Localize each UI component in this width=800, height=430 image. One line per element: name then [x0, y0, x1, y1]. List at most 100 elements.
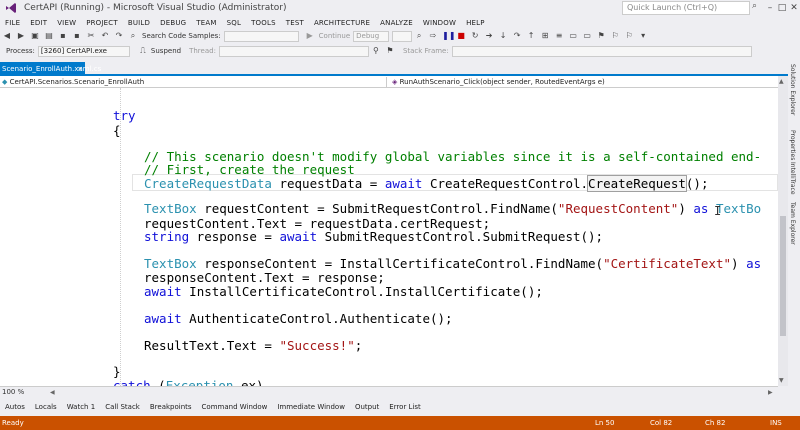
menu-edit[interactable]: EDIT: [25, 19, 52, 27]
continue-icon[interactable]: ▶: [305, 31, 315, 41]
class-dropdown[interactable]: ◆ CertAPI.Scenarios.Scenario_EnrollAuth: [2, 77, 386, 87]
platform-select[interactable]: [392, 30, 413, 42]
threads-icon[interactable]: ≡: [554, 31, 564, 41]
bottom-tab-output[interactable]: Output: [350, 403, 384, 411]
scroll-thumb[interactable]: [780, 216, 786, 336]
member-dropdown[interactable]: ◈ RunAuthScenario_Click(object sender, R…: [392, 77, 776, 87]
stack-frame-select[interactable]: [451, 45, 752, 57]
code-line[interactable]: CreateRequestData requestData = await Cr…: [144, 175, 708, 192]
code-line[interactable]: {: [113, 123, 121, 138]
search-icon[interactable]: ⌕: [752, 1, 764, 15]
menu-help[interactable]: HELP: [461, 19, 490, 27]
search-code-samples-input[interactable]: [223, 30, 299, 42]
bottom-tab-locals[interactable]: Locals: [30, 403, 62, 411]
menu-team[interactable]: TEAM: [191, 19, 221, 27]
hex-icon[interactable]: ⊞: [540, 31, 550, 41]
code-line[interactable]: TextBox requestContent = SubmitRequestCo…: [144, 201, 761, 216]
redo-icon[interactable]: ↷: [114, 31, 124, 41]
visual-studio-logo-icon: [2, 0, 20, 16]
close-button[interactable]: ✕: [788, 2, 800, 14]
minimize-button[interactable]: –: [764, 2, 776, 14]
menu-sql[interactable]: SQL: [222, 19, 246, 27]
zoom-level[interactable]: 100 %: [2, 388, 24, 396]
bottom-tab-call-stack[interactable]: Call Stack: [100, 403, 145, 411]
scroll-up-icon[interactable]: ▲: [779, 78, 784, 85]
code-token: (: [150, 378, 166, 386]
menu-window[interactable]: WINDOW: [418, 19, 461, 27]
cut-icon[interactable]: ✂: [86, 31, 96, 41]
forward-icon[interactable]: ▶: [16, 31, 26, 41]
step-over-icon[interactable]: ↷: [512, 31, 522, 41]
flag-icon[interactable]: ⚑: [385, 46, 395, 56]
undo-icon[interactable]: ↶: [100, 31, 110, 41]
code-line[interactable]: responseContent.Text = response;: [144, 270, 385, 285]
code-line[interactable]: try: [113, 108, 136, 123]
scroll-right-icon[interactable]: ▶: [768, 389, 773, 396]
restart-icon[interactable]: ↻: [470, 31, 480, 41]
code-line[interactable]: // First, create the request: [144, 162, 355, 177]
debug-arrow-icon[interactable]: ⇨: [428, 31, 438, 41]
menu-build[interactable]: BUILD: [123, 19, 155, 27]
vertical-scrollbar[interactable]: ▲ ▼: [778, 76, 788, 386]
continue-button[interactable]: Continue: [319, 32, 350, 40]
find-icon[interactable]: ⌕: [128, 31, 138, 41]
bottom-tab-error-list[interactable]: Error List: [384, 403, 426, 411]
menu-architecture[interactable]: ARCHITECTURE: [309, 19, 375, 27]
menu-analyze[interactable]: ANALYZE: [375, 19, 418, 27]
code-line[interactable]: string response = await SubmitRequestCon…: [144, 229, 603, 244]
bookmark-prev-icon[interactable]: ⚐: [610, 31, 620, 41]
menu-debug[interactable]: DEBUG: [155, 19, 191, 27]
code-line[interactable]: TextBox responseContent = InstallCertifi…: [144, 256, 761, 271]
code-line[interactable]: ResultText.Text = "Success!";: [144, 338, 362, 353]
scroll-left-icon[interactable]: ◀: [50, 389, 55, 396]
suspend-button[interactable]: Suspend: [151, 47, 181, 55]
menu-test[interactable]: TEST: [281, 19, 309, 27]
menu-view[interactable]: VIEW: [52, 19, 81, 27]
close-tab-icon[interactable]: ×: [77, 62, 83, 76]
save-all-icon[interactable]: ▪: [72, 31, 82, 41]
maximize-button[interactable]: □: [776, 2, 788, 14]
save-icon[interactable]: ▪: [58, 31, 68, 41]
comment-icon[interactable]: ▭: [568, 31, 578, 41]
menu-tools[interactable]: TOOLS: [246, 19, 281, 27]
code-line[interactable]: await AuthenticateControl.Authenticate()…: [144, 311, 453, 326]
open-icon[interactable]: ▤: [44, 31, 54, 41]
find-in-files-icon[interactable]: ⌕: [414, 31, 424, 41]
side-tab-intellitrace[interactable]: IntelliTrace: [789, 162, 796, 195]
toolbar-overflow-icon[interactable]: ▾: [638, 31, 648, 41]
code-line[interactable]: }: [113, 364, 121, 379]
bottom-tab-watch-1[interactable]: Watch 1: [62, 403, 100, 411]
bottom-tab-command-window[interactable]: Command Window: [197, 403, 273, 411]
configuration-select[interactable]: Debug: [353, 30, 390, 42]
code-line[interactable]: await InstallCertificateControl.InstallC…: [144, 284, 543, 299]
bottom-tab-autos[interactable]: Autos: [0, 403, 30, 411]
new-project-icon[interactable]: ▣: [30, 31, 40, 41]
side-tab-team-explorer[interactable]: Team Explorer: [789, 202, 796, 245]
bookmark-next-icon[interactable]: ⚐: [624, 31, 634, 41]
break-all-icon[interactable]: ❚❚: [442, 31, 455, 41]
code-token: TextBox: [144, 201, 197, 216]
scroll-down-icon[interactable]: ▼: [779, 377, 784, 384]
step-out-icon[interactable]: ↑: [526, 31, 536, 41]
side-tab-solution-explorer[interactable]: Solution Explorer: [789, 64, 796, 115]
process-select[interactable]: [3260] CertAPI.exe: [37, 45, 130, 57]
uncomment-icon[interactable]: ▭: [582, 31, 592, 41]
bookmark-icon[interactable]: ⚑: [596, 31, 606, 41]
menu-file[interactable]: FILE: [0, 19, 25, 27]
bottom-tab-immediate-window[interactable]: Immediate Window: [272, 403, 350, 411]
stop-debugging-icon[interactable]: ■: [456, 31, 466, 41]
code-line[interactable]: catch (Exception ex): [113, 378, 264, 386]
side-tab-properties[interactable]: Properties: [789, 130, 796, 160]
filter-icon[interactable]: ⚲: [371, 46, 381, 56]
quick-launch-input[interactable]: Quick Launch (Ctrl+Q): [622, 1, 750, 15]
back-icon[interactable]: ◀: [2, 31, 12, 41]
bottom-tab-breakpoints[interactable]: Breakpoints: [145, 403, 197, 411]
lifecycle-icon[interactable]: ⎍: [138, 46, 148, 56]
thread-select[interactable]: [218, 45, 369, 57]
code-editor[interactable]: try{// This scenario doesn't modify glob…: [0, 88, 778, 386]
menu-project[interactable]: PROJECT: [81, 19, 123, 27]
class-dropdown-value: CertAPI.Scenarios.Scenario_EnrollAuth: [9, 78, 145, 86]
step-into-icon[interactable]: ↓: [498, 31, 508, 41]
show-next-statement-icon[interactable]: ➔: [484, 31, 494, 41]
document-tab-scenario-enrollauth[interactable]: Scenario_EnrollAuth.xaml.cs ×: [0, 62, 101, 76]
